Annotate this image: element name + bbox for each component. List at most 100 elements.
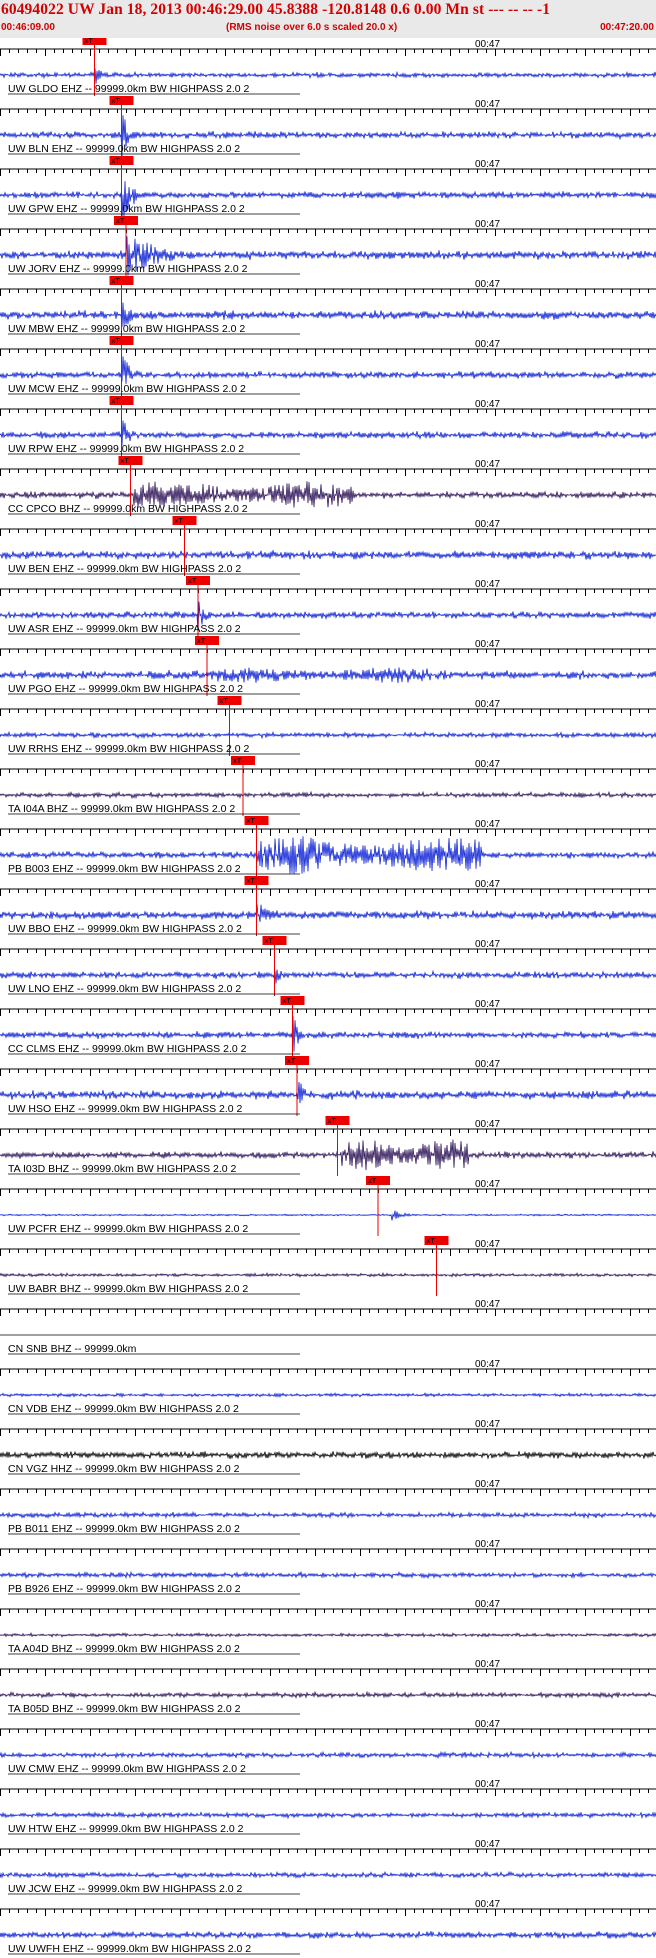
trace-4: 00:47 xT UW JORV EHZ -- 99999.0km BW HIGHP… (0, 216, 656, 276)
pick-label: xT (287, 1056, 296, 1065)
trace-14: 00:47 xT PB B003 EHZ -- 99999.0km BW HIGHP… (0, 816, 656, 876)
station-label: UW LNO EHZ -- 99999.0km BW HIGHPASS 2.0 … (8, 983, 241, 995)
station-label: TA A04D BHZ -- 99999.0km BW HIGHPASS 2.0… (8, 1643, 240, 1655)
station-label: UW CMW EHZ -- 99999.0km BW HIGHPASS 2.0 … (8, 1763, 246, 1775)
waveform (0, 904, 656, 922)
tick-label: 00:47 (475, 759, 500, 770)
trace-19: 00:47 xT TA I03D BHZ -- 99999.0km BW HIGHP… (0, 1116, 656, 1176)
pick-label: xT (233, 756, 242, 765)
station-label: UW UWFH EHZ -- 99999.0km BW HIGHPASS 2.0… (8, 1943, 251, 1955)
pick-label: xT (220, 696, 229, 705)
station-label: CN SNB BHZ -- 99999.0km (8, 1343, 137, 1355)
trace-7: 00:47 xT UW RPW EHZ -- 99999.0km BW HIGHPA… (0, 396, 656, 456)
trace-28: 00:47 TA B05D BHZ -- 99999.0km BW HIGHPAS… (0, 1659, 656, 1715)
station-label: UW PGO EHZ -- 99999.0km BW HIGHPASS 2.0 … (8, 683, 243, 695)
station-label: UW MBW EHZ -- 99999.0km BW HIGHPASS 2.0 … (8, 323, 245, 335)
tick-label: 00:47 (475, 1659, 500, 1670)
station-label: UW JORV EHZ -- 99999.0km BW HIGHPASS 2.0… (8, 263, 248, 275)
pick-label: xT (112, 336, 121, 345)
tick-label: 00:47 (475, 459, 500, 470)
station-label: UW ASR EHZ -- 99999.0km BW HIGHPASS 2.0 … (8, 623, 241, 635)
start-time-label: 00:46:09.00 (1, 22, 55, 33)
tick-label: 00:47 (475, 999, 500, 1010)
trace-2: 00:47 xT UW BLN EHZ -- 99999.0km BW HIGHPA… (0, 96, 656, 156)
tick-label: 00:47 (475, 1539, 500, 1550)
station-label: CC CLMS EHZ -- 99999.0km BW HIGHPASS 2.0… (8, 1043, 247, 1055)
station-label: PB B003 EHZ -- 99999.0km BW HIGHPASS 2.0… (8, 863, 241, 875)
tick-label: 00:47 (475, 519, 500, 530)
pick-label: xT (116, 216, 125, 225)
trace-8: 00:47 xT CC CPCO BHZ -- 99999.0km BW HIGHP… (0, 456, 656, 516)
tick-label: 00:47 (475, 1059, 500, 1070)
waveform (0, 1271, 656, 1279)
waveform (0, 1632, 656, 1638)
station-label: PB B926 EHZ -- 99999.0km BW HIGHPASS 2.0… (8, 1583, 241, 1595)
waveform (0, 550, 656, 560)
pick-label: xT (368, 1176, 377, 1185)
tick-label: 00:47 (475, 699, 500, 710)
pick-label: xT (427, 1236, 436, 1245)
trace-32: 00:47 UW UWFH EHZ -- 99999.0km BW HIGHPAS… (0, 1899, 656, 1955)
station-label: CN VGZ HHZ -- 99999.0km BW HIGHPASS 2.0 … (8, 1463, 240, 1475)
trace-9: 00:47 xT UW BEN EHZ -- 99999.0km BW HIGHPA… (0, 516, 656, 576)
trace-1: 00:47 xT UW GLDO EHZ -- 99999.0km BW HIGHP… (0, 38, 656, 96)
station-label: UW BEN EHZ -- 99999.0km BW HIGHPASS 2.0 … (8, 563, 241, 575)
tick-label: 00:47 (475, 819, 500, 830)
station-label: CN VDB EHZ -- 99999.0km BW HIGHPASS 2.0 … (8, 1403, 239, 1415)
waveform (0, 730, 656, 740)
station-label: UW BBO EHZ -- 99999.0km BW HIGHPASS 2.0 … (8, 923, 242, 935)
station-label: UW JCW EHZ -- 99999.0km BW HIGHPASS 2.0 … (8, 1883, 243, 1895)
station-label: TA B05D BHZ -- 99999.0km BW HIGHPASS 2.0… (8, 1703, 241, 1715)
station-label: UW MCW EHZ -- 99999.0km BW HIGHPASS 2.0 … (8, 383, 246, 395)
trace-15: 00:47 xT UW BBO EHZ -- 99999.0km BW HIGHPA… (0, 876, 656, 936)
trace-23: 00:47 CN VDB EHZ -- 99999.0km BW HIGHPASS… (0, 1359, 656, 1415)
station-label: UW HSO EHZ -- 99999.0km BW HIGHPASS 2.0 … (8, 1103, 243, 1115)
trace-13: 00:47 xT TA I04A BHZ -- 99999.0km BW HIGHP… (0, 756, 656, 816)
trace-30: 00:47 UW HTW EHZ -- 99999.0km BW HIGHPASS… (0, 1779, 656, 1835)
header: 60494022 UW Jan 18, 2013 00:46:29.00 45.… (0, 0, 656, 38)
station-label: UW GPW EHZ -- 99999.0km BW HIGHPASS 2.0 … (8, 203, 245, 215)
waveform (0, 1510, 656, 1520)
tick-label: 00:47 (475, 1779, 500, 1790)
waveform (0, 1391, 656, 1399)
waveform (0, 356, 656, 384)
tick-label: 00:47 (475, 1419, 500, 1430)
tick-label: 00:47 (475, 939, 500, 950)
trace-18: 00:47 xT UW HSO EHZ -- 99999.0km BW HIGHPA… (0, 1056, 656, 1116)
tick-label: 00:47 (475, 1239, 500, 1250)
pick-label: xT (197, 636, 206, 645)
trace-11: 00:47 xT UW PGO EHZ -- 99999.0km BW HIGHPA… (0, 636, 656, 696)
waveform (0, 1081, 656, 1104)
tick-label: 00:47 (475, 639, 500, 650)
station-label: UW HTW EHZ -- 99999.0km BW HIGHPASS 2.0 … (8, 1823, 244, 1835)
tick-label: 00:47 (475, 1599, 500, 1610)
tick-label: 00:47 (475, 1719, 500, 1730)
pick-label: xT (112, 276, 121, 285)
waveform (0, 790, 656, 800)
pick-label: xT (85, 38, 94, 45)
waveform (0, 1690, 656, 1700)
station-label: CC CPCO BHZ -- 99999.0km BW HIGHPASS 2.0… (8, 503, 248, 515)
station-label: UW BLN EHZ -- 99999.0km BW HIGHPASS 2.0 … (8, 143, 240, 155)
pick-label: xT (121, 456, 130, 465)
station-label: UW PCFR EHZ -- 99999.0km BW HIGHPASS 2.0… (8, 1223, 248, 1235)
station-label: UW RRHS EHZ -- 99999.0km BW HIGHPASS 2.0… (8, 743, 250, 755)
pick-label: xT (265, 936, 274, 945)
waveform (0, 1870, 656, 1880)
pick-label: xT (112, 156, 121, 165)
tick-label: 00:47 (475, 279, 500, 290)
tick-label: 00:47 (475, 99, 500, 110)
waveform (0, 1570, 656, 1580)
waveform (0, 1811, 656, 1820)
trace-21: 00:47 xT UW BABR BHZ -- 99999.0km BW HIGHP… (0, 1236, 656, 1296)
trace-5: 00:47 xT UW MBW EHZ -- 99999.0km BW HIGHPA… (0, 276, 656, 336)
trace-16: 00:47 xT UW LNO EHZ -- 99999.0km BW HIGHPA… (0, 936, 656, 996)
station-label: TA I04A BHZ -- 99999.0km BW HIGHPASS 2.0… (8, 803, 235, 815)
waveform (0, 420, 656, 446)
tick-label: 00:47 (475, 219, 500, 230)
tick-label: 00:47 (475, 1839, 500, 1850)
tick-label: 00:47 (475, 579, 500, 590)
waveform (0, 1750, 656, 1760)
station-label: PB B011 EHZ -- 99999.0km BW HIGHPASS 2.0… (8, 1523, 240, 1535)
pick-label: xT (188, 576, 197, 585)
